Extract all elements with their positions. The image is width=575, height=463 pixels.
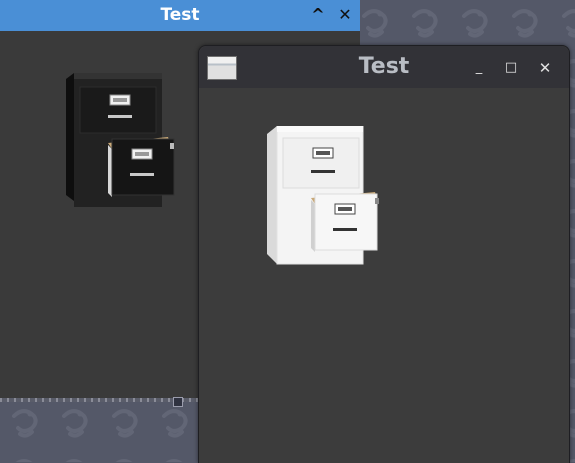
- white-filing-cabinet-icon: [267, 126, 379, 265]
- resize-grip[interactable]: [173, 397, 183, 407]
- back-window-title: Test: [160, 5, 200, 25]
- front-window-close-button[interactable]: ✕: [535, 58, 555, 78]
- front-window: Test _ □ ✕: [198, 45, 570, 463]
- back-window-titlebar[interactable]: Test ^ ✕: [0, 0, 360, 31]
- back-window-close-button[interactable]: ✕: [334, 4, 356, 26]
- minimize-button[interactable]: _: [469, 58, 489, 78]
- black-filing-cabinet-icon: [66, 73, 175, 207]
- maximize-button[interactable]: □: [501, 58, 521, 78]
- front-window-titlebar[interactable]: Test _ □ ✕: [199, 46, 569, 88]
- collapse-button[interactable]: ^: [307, 4, 329, 26]
